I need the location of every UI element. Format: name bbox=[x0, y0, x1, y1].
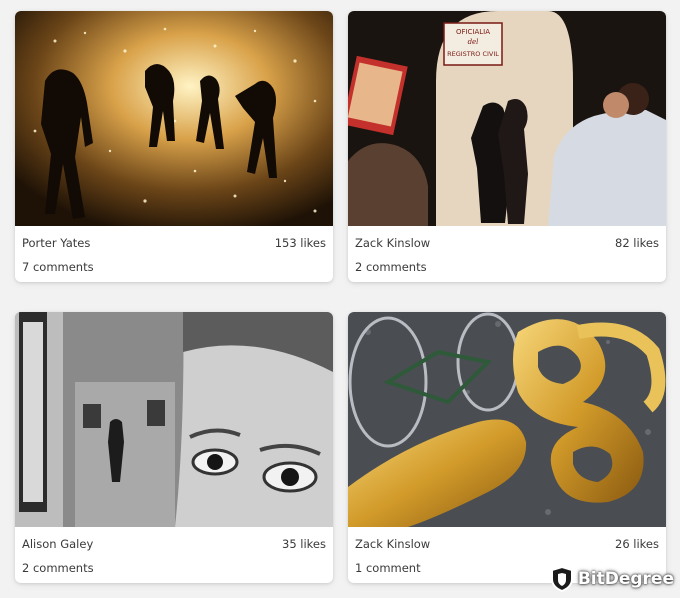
photo-card[interactable]: OFICIALIA del REGISTRO CIVIL Zack Kinslo… bbox=[348, 11, 666, 282]
card-author[interactable]: Porter Yates bbox=[22, 236, 90, 250]
card-likes[interactable]: 26 likes bbox=[615, 537, 659, 551]
card-photo[interactable] bbox=[15, 11, 333, 226]
card-likes[interactable]: 153 likes bbox=[275, 236, 326, 250]
sign-del: del bbox=[468, 38, 479, 46]
card-likes[interactable]: 82 likes bbox=[615, 236, 659, 250]
sign-oficialia: OFICIALIA bbox=[456, 28, 490, 36]
shield-logo-icon bbox=[550, 566, 573, 592]
card-photo[interactable] bbox=[348, 312, 666, 527]
card-author[interactable]: Alison Galey bbox=[22, 537, 93, 551]
photo-card[interactable]: Zack Kinslow 26 likes 1 comment bbox=[348, 312, 666, 583]
card-comments[interactable]: 2 comments bbox=[22, 561, 94, 575]
photo-card[interactable]: Alison Galey 35 likes 2 comments bbox=[15, 312, 333, 583]
photo-card[interactable]: Porter Yates 153 likes 7 comments bbox=[15, 11, 333, 282]
card-comments[interactable]: 2 comments bbox=[355, 260, 427, 274]
bitdegree-watermark: BitDegree bbox=[550, 566, 674, 592]
gallery-mural-photo bbox=[15, 312, 333, 527]
card-comments[interactable]: 1 comment bbox=[355, 561, 421, 575]
sign-registro: REGISTRO CIVIL bbox=[447, 50, 499, 58]
registro-civil-photo: OFICIALIA del REGISTRO CIVIL bbox=[348, 11, 666, 226]
card-author[interactable]: Zack Kinslow bbox=[355, 537, 430, 551]
card-comments[interactable]: 7 comments bbox=[22, 260, 94, 274]
fireworks-photo bbox=[15, 11, 333, 226]
watermark-brand: BitDegree bbox=[577, 569, 674, 589]
card-likes[interactable]: 35 likes bbox=[282, 537, 326, 551]
card-photo[interactable]: OFICIALIA del REGISTRO CIVIL bbox=[348, 11, 666, 226]
gold-balloons-photo bbox=[348, 312, 666, 527]
card-photo[interactable] bbox=[15, 312, 333, 527]
card-author[interactable]: Zack Kinslow bbox=[355, 236, 430, 250]
